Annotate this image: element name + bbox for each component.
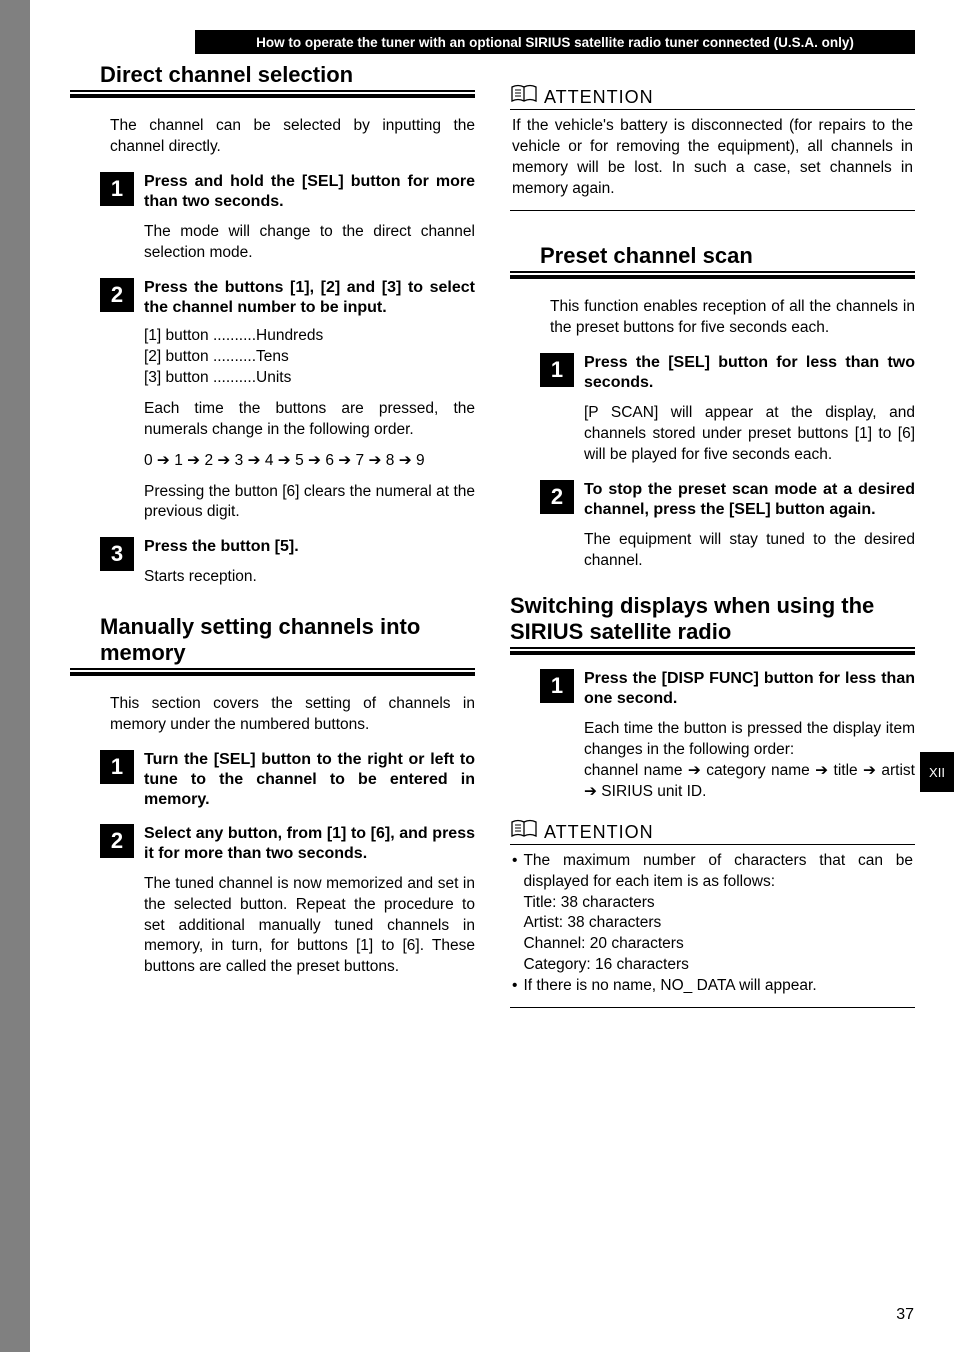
button-map-2: [2] button ..........Tens	[144, 347, 475, 368]
button-map-1: [1] button ..........Hundreds	[144, 326, 475, 347]
step-1: 1 Press the [SEL] button for less than t…	[510, 353, 915, 466]
step-number: 2	[540, 480, 574, 514]
page-header-text: How to operate the tuner with an optiona…	[256, 35, 854, 50]
step-body: Press and hold the [SEL] button for more…	[144, 172, 475, 264]
attention-header: ATTENTION	[510, 819, 915, 845]
bullet-item: • The maximum number of characters that …	[512, 851, 913, 977]
step-title: Select any button, from [1] to [6], and …	[144, 824, 475, 864]
bullet-line: Artist: 38 characters	[523, 914, 661, 931]
section-title: Direct channel selection	[70, 62, 475, 87]
step-body: Press the buttons [1], [2] and [3] to se…	[144, 278, 475, 523]
step-desc: The equipment will stay tuned to the des…	[584, 530, 915, 572]
section-manual-memory: Manually setting channels into memory Th…	[70, 614, 475, 978]
section-rule	[510, 647, 915, 655]
section-title: Manually setting channels into memory	[70, 614, 475, 665]
section-rule	[70, 90, 475, 98]
step-title: Turn the [SEL] button to the right or le…	[144, 750, 475, 810]
bullet-line: Category: 16 characters	[523, 956, 688, 973]
book-icon	[510, 819, 538, 843]
step-number: 1	[540, 353, 574, 387]
step-title: Press the [DISP FUNC] button for less th…	[584, 669, 915, 709]
step-number: 2	[100, 824, 134, 858]
step-desc: Starts reception.	[144, 567, 475, 588]
step-desc: The tuned channel is now memorized and s…	[144, 874, 475, 979]
step-body: Select any button, from [1] to [6], and …	[144, 824, 475, 979]
bullet-item: • If there is no name, NO_ DATA will app…	[512, 976, 913, 997]
bullet-text: If there is no name, NO_ DATA will appea…	[523, 976, 913, 997]
section-switching-displays: Switching displays when using the SIRIUS…	[510, 593, 915, 802]
number-sequence: 0 ➔ 1 ➔ 2 ➔ 3 ➔ 4 ➔ 5 ➔ 6 ➔ 7 ➔ 8 ➔ 9	[144, 451, 475, 472]
step-2: 2 Press the buttons [1], [2] and [3] to …	[70, 278, 475, 523]
step-2: 2 To stop the preset scan mode at a desi…	[510, 480, 915, 572]
step-1: 1 Turn the [SEL] button to the right or …	[70, 750, 475, 810]
attention-header: ATTENTION	[510, 84, 915, 110]
step-desc: Each time the button is pressed the disp…	[584, 719, 915, 761]
attention-label: ATTENTION	[544, 822, 654, 843]
attention-label: ATTENTION	[544, 87, 654, 108]
section-title: Preset channel scan	[510, 243, 915, 268]
section-intro: This section covers the setting of chann…	[70, 694, 475, 736]
step-title: To stop the preset scan mode at a desire…	[584, 480, 915, 520]
side-tab: XII	[920, 752, 954, 792]
columns: Direct channel selection The channel can…	[70, 62, 915, 1008]
step-title: Press and hold the [SEL] button for more…	[144, 172, 475, 212]
section-rule	[510, 271, 915, 279]
bullet-dot: •	[512, 851, 517, 872]
bullet-dot: •	[512, 976, 517, 997]
right-column: ATTENTION If the vehicle's battery is di…	[510, 62, 915, 1008]
side-tab-label: XII	[929, 765, 945, 780]
step-number: 1	[100, 750, 134, 784]
step-1: 1 Press the [DISP FUNC] button for less …	[510, 669, 915, 803]
step-body: Press the button [5]. Starts reception.	[144, 537, 475, 588]
step-body: Turn the [SEL] button to the right or le…	[144, 750, 475, 810]
attention-body: If the vehicle's battery is disconnected…	[510, 110, 915, 211]
step-title: Press the [SEL] button for less than two…	[584, 353, 915, 393]
section-preset-scan: Preset channel scan This function enable…	[510, 243, 915, 572]
step-number: 2	[100, 278, 134, 312]
section-title: Switching displays when using the SIRIUS…	[510, 593, 915, 644]
step-body: To stop the preset scan mode at a desire…	[584, 480, 915, 572]
page-number: 37	[896, 1306, 914, 1324]
section-intro: This function enables reception of all t…	[510, 297, 915, 339]
step-desc: [P SCAN] will appear at the display, and…	[584, 403, 915, 466]
section-direct-channel: Direct channel selection The channel can…	[70, 62, 475, 588]
bullet-line: Channel: 20 characters	[523, 935, 683, 952]
bullet-text: The maximum number of characters that ca…	[523, 851, 913, 977]
bullet-line: The maximum number of characters that ca…	[523, 852, 913, 890]
step-para: Each time the buttons are pressed, the n…	[144, 399, 475, 441]
step-number: 1	[100, 172, 134, 206]
bullet-line: Title: 38 characters	[523, 894, 654, 911]
step-2: 2 Select any button, from [1] to [6], an…	[70, 824, 475, 979]
step-3: 3 Press the button [5]. Starts reception…	[70, 537, 475, 588]
button-map-3: [3] button ..........Units	[144, 368, 475, 389]
step-title: Press the buttons [1], [2] and [3] to se…	[144, 278, 475, 318]
step-body: Press the [SEL] button for less than two…	[584, 353, 915, 466]
left-column: Direct channel selection The channel can…	[70, 62, 475, 1008]
page-sheet: How to operate the tuner with an optiona…	[30, 0, 954, 1352]
book-icon	[510, 84, 538, 108]
step-title: Press the button [5].	[144, 537, 475, 557]
step-number: 1	[540, 669, 574, 703]
display-cycle: channel name ➔ category name ➔ title ➔ a…	[584, 761, 915, 803]
attention-body: • The maximum number of characters that …	[510, 845, 915, 1008]
step-1: 1 Press and hold the [SEL] button for mo…	[70, 172, 475, 264]
page-header-bar: How to operate the tuner with an optiona…	[195, 30, 915, 54]
section-rule	[70, 668, 475, 676]
step-desc: The mode will change to the direct chann…	[144, 222, 475, 264]
section-intro: The channel can be selected by inputting…	[70, 116, 475, 158]
step-para: Pressing the button [6] clears the numer…	[144, 482, 475, 524]
step-body: Press the [DISP FUNC] button for less th…	[584, 669, 915, 803]
step-number: 3	[100, 537, 134, 571]
